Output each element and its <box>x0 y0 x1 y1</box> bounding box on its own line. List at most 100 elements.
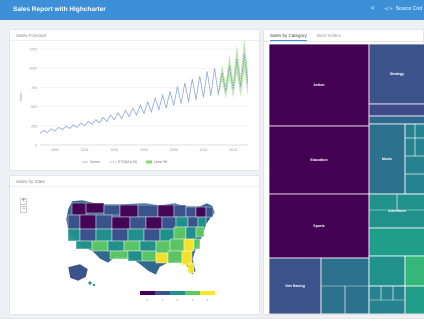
legend-color-stop <box>170 291 185 295</box>
source-code-link[interactable]: Source Cod <box>396 6 422 12</box>
alaska-region[interactable] <box>67 263 89 282</box>
y-tick-label: 750 <box>31 86 37 90</box>
state-region[interactable] <box>123 240 141 252</box>
state-region[interactable] <box>193 238 201 250</box>
state-region[interactable] <box>195 226 205 238</box>
us-state-map: 0 1 2 3 4 <box>65 199 216 302</box>
y-tick-label: 1250 <box>29 48 37 52</box>
treemap-cell[interactable] <box>368 227 424 257</box>
category-tabs: Sales by Category Best Sellers <box>264 30 423 42</box>
series-line <box>39 68 219 134</box>
zoom-in-button[interactable]: + <box>20 198 27 205</box>
treemap-cell-label: Action <box>313 83 324 87</box>
treemap-cell[interactable] <box>404 123 424 195</box>
state-region[interactable] <box>157 204 175 218</box>
state-region[interactable] <box>185 206 197 218</box>
x-tick-label: 2002 <box>81 148 89 152</box>
state-region[interactable] <box>75 240 93 250</box>
tab-best-sellers[interactable]: Best Sellers <box>317 33 341 38</box>
page-footer <box>0 318 424 326</box>
state-region[interactable] <box>137 204 159 218</box>
treemap-cell[interactable] <box>404 285 424 314</box>
x-tick-label: 2008 <box>170 148 178 152</box>
state-region[interactable] <box>91 240 109 252</box>
state-region[interactable] <box>95 214 113 230</box>
legend-item[interactable]: ETS(M,A,M) <box>118 160 137 164</box>
zoom-out-button[interactable]: − <box>20 206 27 213</box>
sales-by-state-card: Sales by State 0 1 2 3 4 + − <box>9 175 260 315</box>
state-region[interactable] <box>141 250 157 262</box>
state-region[interactable] <box>173 226 187 240</box>
state-region[interactable] <box>205 206 214 218</box>
x-tick-label: 2004 <box>110 148 118 152</box>
state-region[interactable] <box>139 240 157 252</box>
state-region[interactable] <box>175 216 189 228</box>
state-region[interactable] <box>145 216 163 230</box>
legend-tick-label: 2 <box>177 298 179 302</box>
y-tick-label: 250 <box>31 124 37 128</box>
treemap-cell[interactable] <box>368 115 424 125</box>
state-region[interactable] <box>119 204 139 218</box>
treemap-cell-label: Sports <box>313 224 324 228</box>
state-region[interactable] <box>127 250 143 262</box>
state-region[interactable] <box>129 216 147 230</box>
state-region[interactable] <box>111 216 131 230</box>
sales-by-state-title: Sales by State <box>16 179 46 184</box>
legend-color-stop <box>140 291 155 295</box>
y-axis-label: Sales <box>19 92 23 101</box>
state-region[interactable] <box>169 238 185 252</box>
hawaii-region[interactable] <box>88 281 92 285</box>
treemap-cell[interactable] <box>368 103 424 117</box>
y-tick-label: 1000 <box>29 67 37 71</box>
state-region[interactable] <box>185 226 197 240</box>
navbar: Sales Report with Highcharter < </> Sour… <box>0 0 424 20</box>
treemap-cell-label: Sim Racing <box>285 284 305 288</box>
state-region[interactable] <box>143 228 161 242</box>
state-region[interactable] <box>187 262 195 274</box>
sales-forecast-chart: 0 250 500 750 1000 1250 2000 2002 2004 2006 2008 20… <box>19 41 249 164</box>
state-region[interactable] <box>103 204 121 216</box>
treemap-cell[interactable] <box>368 255 406 287</box>
state-region[interactable] <box>173 204 187 218</box>
legend-swatch <box>146 160 152 164</box>
x-tick-label: 2012 <box>229 148 237 152</box>
treemap-cell-label: Strategy <box>390 72 404 76</box>
treemap-cell[interactable] <box>404 255 424 287</box>
state-region[interactable] <box>127 228 145 242</box>
legend-tick-label: 4 <box>207 298 209 302</box>
state-region[interactable] <box>197 216 207 228</box>
state-region[interactable] <box>85 202 105 214</box>
x-tick-label: 2006 <box>140 148 148 152</box>
legend-tick-label: 1 <box>162 298 164 302</box>
hawaii-region[interactable] <box>92 283 96 287</box>
treemap-cell-label: Education <box>310 158 327 162</box>
state-region[interactable] <box>95 228 113 242</box>
state-region[interactable] <box>155 252 169 264</box>
y-tick-label: 500 <box>31 105 37 109</box>
state-region[interactable] <box>79 228 97 242</box>
legend-color-stop <box>200 291 215 295</box>
legend-tick-label: 3 <box>192 298 194 302</box>
state-region[interactable] <box>167 250 183 264</box>
state-region[interactable] <box>67 214 81 230</box>
category-treemap: ActionEducationSportsStrategyMusicAdvent… <box>269 44 424 314</box>
code-icon: </> <box>384 6 393 12</box>
navbar-actions: < </> Source Cod <box>371 6 422 12</box>
legend-item[interactable]: Series <box>90 160 100 164</box>
y-tick-label: 0 <box>35 144 37 148</box>
state-region[interactable] <box>109 250 129 260</box>
state-region[interactable] <box>79 214 97 230</box>
share-icon[interactable]: < <box>371 6 375 12</box>
state-region[interactable] <box>67 228 81 242</box>
sales-forecast-card: Sales Forecast 0 250 500 750 1000 1250 2000 200… <box>9 29 260 171</box>
legend-item[interactable]: Level 95 <box>154 160 167 164</box>
state-region[interactable] <box>187 216 199 228</box>
state-region[interactable] <box>71 202 87 216</box>
state-region[interactable] <box>107 240 125 252</box>
state-region[interactable] <box>195 206 207 218</box>
state-region[interactable] <box>111 228 129 242</box>
tab-sales-by-category[interactable]: Sales by Category <box>270 33 307 41</box>
legend-color-stop <box>185 291 200 295</box>
sales-category-card: Sales by Category Best Sellers Action Edu… <box>263 29 424 315</box>
state-region[interactable] <box>183 238 195 252</box>
